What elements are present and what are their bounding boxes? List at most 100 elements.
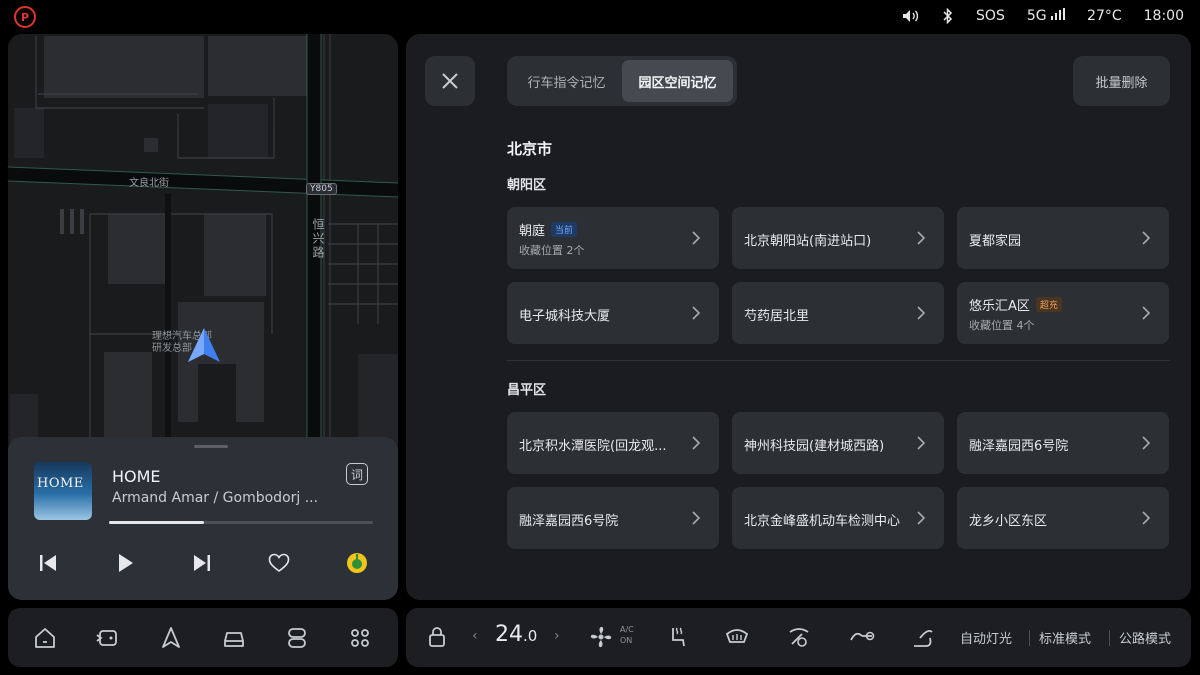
temp-decimal: .0 (523, 627, 538, 645)
close-button[interactable] (425, 56, 475, 106)
cabin-temperature: 24.0 (495, 622, 537, 647)
progress-fill (109, 521, 205, 524)
lyrics-button[interactable]: 词 (346, 463, 368, 485)
road-number-badge: Y805 (306, 183, 337, 195)
play-icon (119, 554, 133, 572)
map-canvas[interactable] (8, 34, 398, 454)
seat-heat-icon[interactable] (664, 624, 690, 650)
section-divider (507, 360, 1170, 361)
location-card[interactable]: 融泽嘉园西6号院 (507, 487, 719, 549)
road-label-wenliang: 文良北街 (129, 178, 169, 189)
location-name: 芍药居北里 (744, 305, 809, 324)
chevron-right-icon (692, 436, 701, 450)
lock-icon[interactable] (428, 626, 446, 648)
album-cover-text: HOME (37, 476, 84, 491)
location-card[interactable]: 夏都家园 (957, 207, 1169, 269)
location-name-text: 龙乡小区东区 (969, 514, 1048, 529)
location-card[interactable]: 北京朝阳站(南进站口) (732, 207, 944, 269)
location-card[interactable]: 悠乐汇A区 超充 收藏位置 4个 (957, 282, 1169, 344)
vehicle-icon[interactable] (221, 625, 247, 651)
heart-icon (268, 553, 290, 572)
ac-status[interactable]: A/C ON (620, 624, 634, 646)
location-name-text: 北京朝阳站(南进站口) (744, 234, 872, 249)
controls-toggle-icon[interactable] (284, 625, 310, 651)
location-card[interactable]: 北京金峰盛机动车检测中心 (732, 487, 944, 549)
chevron-right-icon (917, 511, 926, 525)
sos-label[interactable]: SOS (976, 8, 1005, 24)
album-cover[interactable]: HOME (34, 462, 92, 520)
chevron-right-icon (1142, 436, 1151, 450)
location-card[interactable]: 龙乡小区东区 (957, 487, 1169, 549)
location-name-text: 北京金峰盛机动车检测中心 (744, 514, 901, 529)
location-card[interactable]: 朝庭 当前 收藏位置 2个 (507, 207, 719, 269)
tailgate-icon[interactable] (910, 624, 936, 650)
fan-icon[interactable] (588, 624, 614, 650)
standard-mode-button[interactable]: 标准模式 (1039, 628, 1091, 647)
road-label-hengxing: 恒兴路 (311, 218, 325, 260)
rear-mirror-icon[interactable] (848, 624, 876, 650)
status-bar: P SOS 5G 27°C 18:00 (0, 0, 1200, 34)
play-button[interactable] (112, 550, 138, 576)
saved-count: 收藏位置 2个 (519, 244, 585, 257)
playback-progress-bar[interactable] (109, 521, 373, 524)
chevron-right-icon (1142, 306, 1151, 320)
location-name-text: 夏都家园 (969, 234, 1022, 249)
next-track-button[interactable] (189, 550, 215, 576)
favorite-button[interactable] (266, 550, 292, 576)
space-memory-panel: 行车指令记忆 园区空间记忆 批量删除 北京市 朝阳区 昌平区 朝庭 当前 收藏位置 … (406, 34, 1191, 600)
location-name: 北京朝阳站(南进站口) (744, 230, 871, 249)
chevron-right-icon (692, 306, 701, 320)
signal-icon (1051, 8, 1066, 20)
parking-brake-icon: P (14, 6, 36, 28)
chevron-right-icon (692, 231, 701, 245)
chevron-right-icon (1142, 231, 1151, 245)
location-card[interactable]: 芍药居北里 (732, 282, 944, 344)
volume-icon (903, 10, 919, 22)
previous-track-button[interactable] (35, 550, 61, 576)
climate-dock: ‹ 24.0 › A/C ON 自动灯光 标准模式 公路模式 (406, 608, 1191, 667)
ac-state: ON (620, 636, 633, 645)
screen-cast-icon[interactable] (95, 625, 121, 651)
location-name-text: 电子城科技大厦 (519, 309, 611, 324)
location-tag: 超充 (1035, 297, 1062, 312)
drag-handle[interactable] (194, 445, 228, 448)
temp-up-arrow-icon[interactable]: › (554, 628, 560, 644)
apps-grid-icon[interactable] (347, 625, 373, 651)
location-name: 融泽嘉园西6号院 (519, 510, 618, 529)
home-icon[interactable] (32, 625, 58, 651)
media-player-card[interactable]: HOME HOME Armand Amar / Gombodorj ... 词 (8, 437, 398, 600)
wiper-icon[interactable] (786, 624, 812, 650)
location-name-text: 芍药居北里 (744, 309, 810, 324)
location-name: 夏都家园 (969, 230, 1021, 249)
outside-temperature: 27°C (1087, 8, 1122, 24)
tab-campus-memory[interactable]: 园区空间记忆 (622, 60, 733, 102)
skip-previous-icon (40, 555, 56, 571)
batch-delete-button[interactable]: 批量删除 (1073, 56, 1170, 106)
location-name: 电子城科技大厦 (519, 305, 610, 324)
location-name-text: 悠乐汇A区 (969, 299, 1030, 314)
skip-next-icon (194, 555, 210, 571)
scroll-fade (406, 564, 1191, 600)
saved-count: 收藏位置 4个 (969, 319, 1035, 332)
location-name: 神州科技园(建材城西路) (744, 435, 884, 454)
location-card[interactable]: 电子城科技大厦 (507, 282, 719, 344)
highway-mode-button[interactable]: 公路模式 (1119, 628, 1171, 647)
navigation-icon[interactable] (158, 625, 184, 651)
location-card[interactable]: 北京积水潭医院(回龙观... (507, 412, 719, 474)
location-name: 龙乡小区东区 (969, 510, 1047, 529)
tab-driving-memory[interactable]: 行车指令记忆 (511, 60, 622, 102)
location-name: 北京金峰盛机动车检测中心 (744, 510, 900, 529)
auto-light-button[interactable]: 自动灯光 (960, 628, 1012, 647)
location-card[interactable]: 神州科技园(建材城西路) (732, 412, 944, 474)
city-heading: 北京市 (507, 140, 553, 158)
network-label: 5G (1026, 8, 1047, 24)
location-card[interactable]: 融泽嘉园西6号院 (957, 412, 1169, 474)
location-name: 北京积水潭医院(回龙观... (519, 435, 666, 454)
temp-down-arrow-icon[interactable]: ‹ (472, 628, 478, 644)
front-defrost-icon[interactable] (724, 624, 750, 650)
chevron-right-icon (917, 436, 926, 450)
location-name-text: 神州科技园(建材城西路) (744, 439, 885, 454)
music-app-button[interactable] (344, 550, 370, 576)
chevron-right-icon (917, 231, 926, 245)
location-tag: 当前 (551, 222, 578, 237)
